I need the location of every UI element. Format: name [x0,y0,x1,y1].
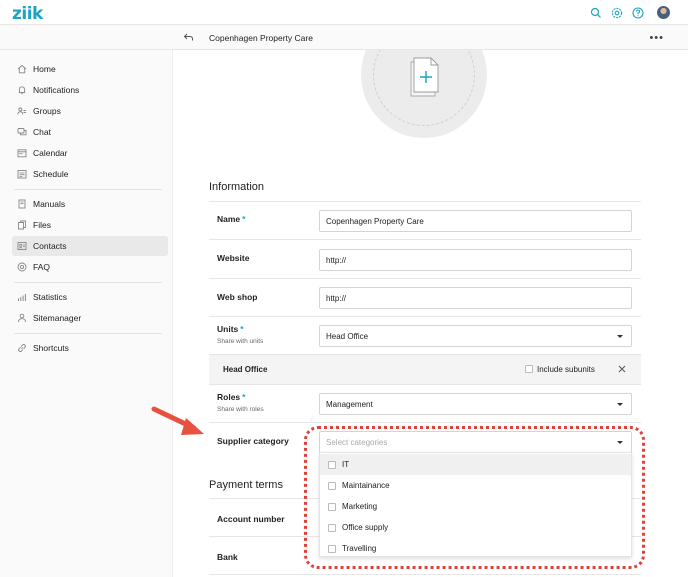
groups-icon [17,107,26,115]
sidebar-item-label: Files [33,220,51,230]
sidebar-item-label: Statistics [33,292,68,302]
sidebar-item-shortcuts[interactable]: Shortcuts [12,338,168,358]
sidebar-divider [14,333,162,334]
roles-sub-label: Share with roles [217,406,264,413]
selected-unit-name: Head Office [223,365,268,374]
roles-row: Roles * Share with roles Management [209,385,641,423]
payment-terms-section-title: Payment terms [209,479,283,491]
sidebar-item-groups[interactable]: Groups [12,101,168,121]
sidebar-item-label: Manuals [33,199,66,209]
sidebar-item-label: Shortcuts [33,343,69,353]
manual-icon [18,199,26,209]
sidebar: Home Notifications Groups Chat Calendar … [0,50,173,577]
sidebar-item-label: Home [33,64,56,74]
sidebar-item-sitemanager[interactable]: Sitemanager [12,308,168,328]
website-label: Website [217,253,250,263]
sidebar-item-contacts[interactable]: Contacts [12,236,168,256]
units-sub-label: Share with units [217,338,264,345]
annotation-arrow-icon [151,406,204,435]
help-icon[interactable] [632,6,644,19]
contacts-icon [17,242,27,250]
annotation-highlight-border [304,426,645,569]
calendar-icon [17,149,27,158]
webshop-row: Web shop http:// [209,279,641,317]
webshop-input[interactable]: http:// [319,287,632,309]
link-icon [18,344,26,352]
information-section-title: Information [209,181,265,193]
schedule-icon [17,170,27,179]
close-icon[interactable] [618,365,626,373]
sitemanager-icon [18,313,26,323]
sidebar-item-label: Groups [33,106,61,116]
ziik-logo[interactable]: ziik [12,4,43,24]
chevron-down-icon [617,403,623,406]
sidebar-item-label: FAQ [33,262,51,272]
units-row: Units * Share with units Head Office [209,317,641,355]
roles-select[interactable]: Management [319,393,632,415]
sidebar-item-files[interactable]: Files [12,215,168,235]
supplier-category-label: Supplier category [217,436,289,446]
sidebar-item-label: Schedule [33,169,69,179]
include-subunits-label: Include subunits [537,365,595,374]
back-arrow-icon[interactable] [183,32,194,43]
add-document-icon[interactable] [407,56,441,98]
sub-header: Copenhagen Property Care ••• [0,25,688,50]
sidebar-item-chat[interactable]: Chat [12,122,168,142]
name-row: Name * Copenhagen Property Care [209,202,641,240]
sidebar-item-label: Contacts [33,241,67,251]
sidebar-item-label: Notifications [33,85,80,95]
search-icon[interactable] [590,7,602,19]
account-number-label: Account number [217,514,285,524]
avatar[interactable] [657,6,670,19]
bell-icon [18,86,26,95]
roles-label: Roles * [217,392,246,402]
website-input[interactable]: http:// [319,249,632,271]
name-input[interactable]: Copenhagen Property Care [319,210,632,232]
selected-unit-row: Head Office Include subunits [209,355,641,385]
sidebar-divider [14,189,162,190]
sidebar-item-calendar[interactable]: Calendar [12,143,168,163]
chat-icon [17,128,27,136]
gear-icon[interactable] [611,7,623,19]
sidebar-item-label: Sitemanager [33,313,82,323]
sidebar-item-schedule[interactable]: Schedule [12,164,168,184]
sidebar-item-label: Chat [33,127,51,137]
sidebar-item-label: Calendar [33,148,68,158]
website-row: Website http:// [209,240,641,279]
chevron-down-icon [617,335,623,338]
units-select[interactable]: Head Office [319,325,632,347]
name-label: Name * [217,214,246,224]
files-icon [18,220,26,230]
sidebar-item-home[interactable]: Home [12,59,168,79]
home-icon [17,64,27,74]
statistics-icon [18,294,26,301]
units-label: Units * [217,324,244,334]
bank-label: Bank [217,552,238,562]
sidebar-item-faq[interactable]: FAQ [12,257,168,277]
top-actions [590,6,670,19]
faq-icon [17,262,27,272]
sidebar-divider [14,282,162,283]
more-options-icon[interactable]: ••• [649,32,664,44]
include-subunits-checkbox[interactable] [525,365,533,373]
sidebar-item-manuals[interactable]: Manuals [12,194,168,214]
webshop-label: Web shop [217,292,258,302]
sidebar-item-statistics[interactable]: Statistics [12,287,168,307]
sidebar-item-notifications[interactable]: Notifications [12,80,168,100]
top-bar: ziik [0,0,688,25]
page-title: Copenhagen Property Care [209,33,313,43]
